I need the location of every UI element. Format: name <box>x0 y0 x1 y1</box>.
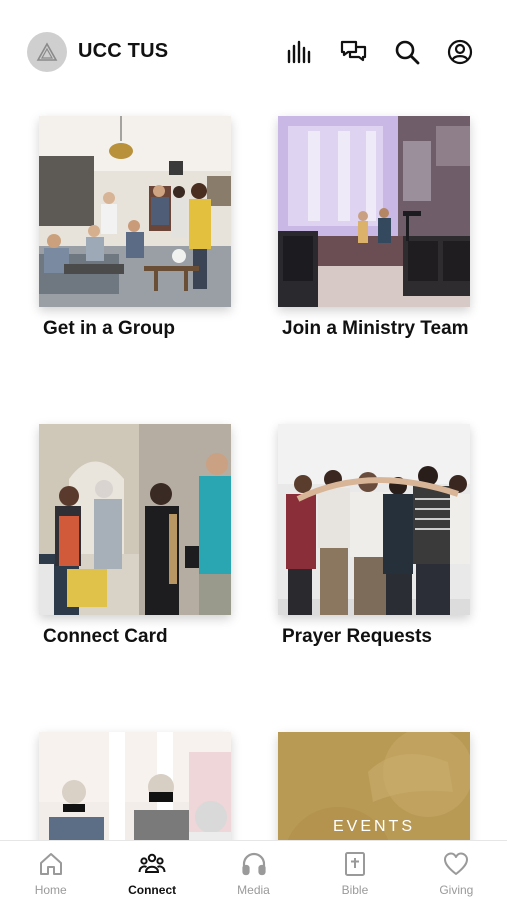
card-label: Connect Card <box>43 626 168 647</box>
people-icon <box>138 853 166 873</box>
tab-label: Media <box>237 883 270 897</box>
logo-icon[interactable] <box>27 32 67 72</box>
tab-label: Home <box>34 883 67 897</box>
bible-icon <box>344 852 365 876</box>
search-icon[interactable] <box>392 37 422 67</box>
profile-icon[interactable] <box>445 37 475 67</box>
connect-photo <box>39 424 231 615</box>
tab-label: Giving <box>439 883 474 897</box>
events-overlay-text: EVENTS <box>332 818 415 835</box>
tab-label: Bible <box>341 883 369 897</box>
heart-icon <box>444 852 469 875</box>
ministry-photo <box>278 116 470 307</box>
group-photo <box>39 116 231 307</box>
home-icon <box>39 853 62 875</box>
tab-home[interactable]: Home <box>0 841 101 900</box>
card-join-a-ministry-team[interactable]: Join a Ministry Team <box>278 116 470 340</box>
card-label: Join a Ministry Team <box>282 318 469 339</box>
app-title: UCC TUS <box>78 40 169 62</box>
tab-label: Connect <box>128 883 177 897</box>
tab-bible[interactable]: Bible <box>304 841 405 900</box>
card-connect-card[interactable]: Connect Card <box>39 424 231 648</box>
chat-icon[interactable] <box>338 37 368 67</box>
card-prayer-requests[interactable]: Prayer Requests <box>278 424 470 648</box>
card-label: Get in a Group <box>43 318 175 339</box>
tab-connect[interactable]: Connect <box>101 841 202 900</box>
tab-giving[interactable]: Giving <box>406 841 507 900</box>
bars-icon[interactable] <box>284 37 314 67</box>
bottom-tab-bar: Home Connect Media Bible Giving <box>0 840 507 900</box>
prayer-photo <box>278 424 470 615</box>
card-label: Prayer Requests <box>282 626 432 647</box>
tab-media[interactable]: Media <box>203 841 304 900</box>
app-screen: UCC TUS Get in a Group Join a Ministry T… <box>0 0 507 900</box>
top-header: UCC TUS <box>0 0 507 100</box>
headphones-icon <box>241 852 266 876</box>
card-get-in-a-group[interactable]: Get in a Group <box>39 116 231 340</box>
